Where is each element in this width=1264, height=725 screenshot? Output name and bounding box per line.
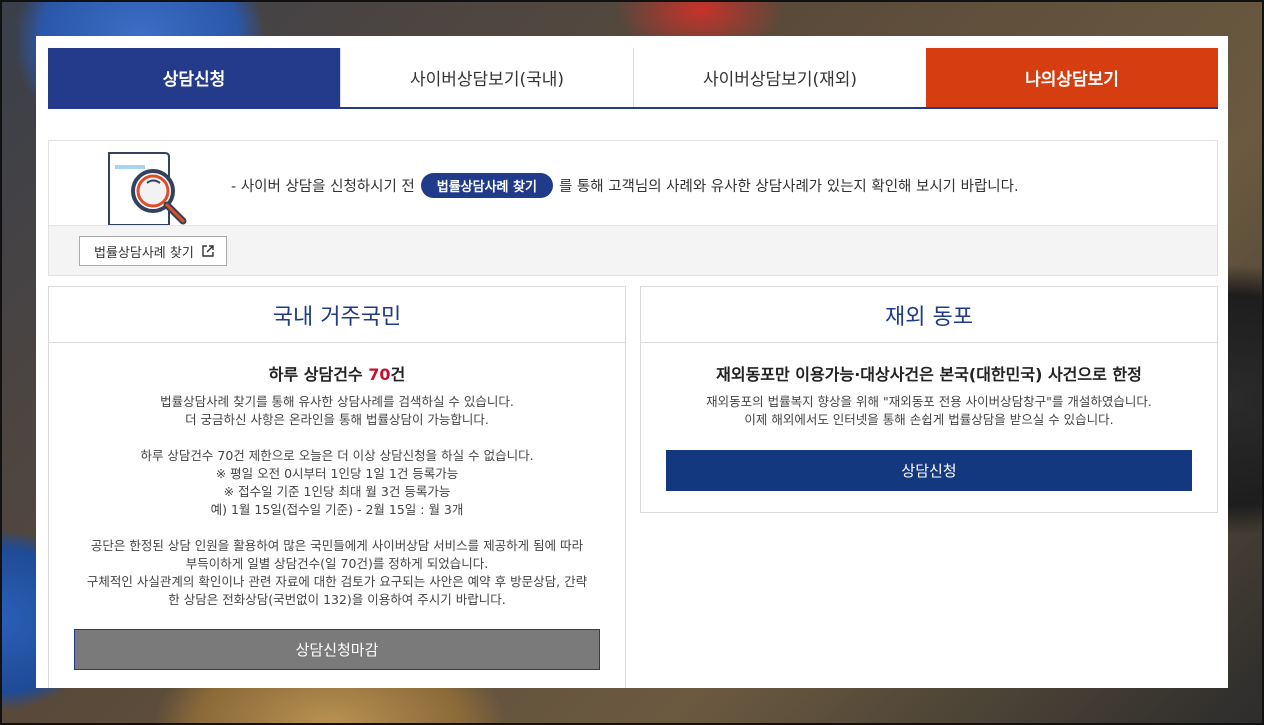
tab-cyber-domestic[interactable]: 사이버상담보기(국내): [340, 48, 633, 107]
daily-limit-prefix: 하루 상담건수: [268, 365, 369, 384]
overseas-subtitle: 재외동포만 이용가능·대상사건은 본국(대한민국) 사건으로 한정: [716, 365, 1142, 384]
daily-limit-number: 70: [368, 365, 391, 384]
overseas-line-1: 재외동포의 법률복지 향상을 위해 "재외동포 전용 사이버상담창구"를 개설하…: [706, 394, 1152, 409]
tab-cyber-overseas[interactable]: 사이버상담보기(재외): [633, 48, 926, 107]
domestic-line-2: 더 궁금하신 사항은 온라인을 통해 법률상담이 가능합니다.: [185, 412, 489, 427]
domestic-line-5: ※ 접수일 기준 1인당 최대 월 3건 등록가능: [223, 484, 451, 499]
external-link-icon: [202, 245, 214, 257]
overseas-card: 재외 동포 재외동포만 이용가능·대상사건은 본국(대한민국) 사건으로 한정 …: [640, 286, 1218, 513]
domestic-line-1: 법률상담사례 찾기를 통해 유사한 상담사례를 검색하실 수 있습니다.: [160, 394, 514, 409]
domestic-line-3: 하루 상담건수 70건 제한으로 오늘은 더 이상 상담신청을 하실 수 없습니…: [140, 448, 534, 463]
overseas-title: 재외 동포: [641, 287, 1217, 343]
notice-text-before: - 사이버 상담을 신청하시기 전: [231, 179, 415, 195]
tab-my-consultations[interactable]: 나의상담보기: [926, 48, 1218, 107]
domestic-card: 국내 거주국민 하루 상담건수 70건 법률상담사례 찾기를 통해 유사한 상담…: [48, 286, 626, 688]
notice-text-after: 를 통해 고객님의 사례와 유사한 상담사례가 있는지 확인해 보시기 바랍니다…: [558, 179, 1019, 195]
document-search-icon: [108, 152, 187, 225]
domestic-line-6: 예) 1월 15일(접수일 기준) - 2월 15일 : 월 3개: [210, 502, 464, 517]
application-closed-button[interactable]: 상담신청마감: [74, 629, 600, 670]
domestic-line-7: 공단은 한정된 상담 인원을 활용하여 많은 국민들에게 사이버상담 서비스를 …: [90, 538, 584, 553]
notice-action-bar: 법률상담사례 찾기: [49, 225, 1217, 275]
case-search-pill[interactable]: 법률상담사례 찾기: [420, 173, 553, 198]
overseas-apply-button[interactable]: 상담신청: [666, 450, 1192, 491]
domestic-line-9: 구체적인 사실관계의 확인이나 관련 자료에 대한 검토가 요구되는 사안은 예…: [86, 574, 588, 589]
daily-limit-suffix: 건: [390, 365, 406, 384]
tab-bar: 상담신청 사이버상담보기(국내) 사이버상담보기(재외) 나의상담보기: [48, 48, 1218, 109]
notice-box: - 사이버 상담을 신청하시기 전 법률상담사례 찾기 를 통해 고객님의 사례…: [48, 140, 1218, 276]
domestic-daily-limit: 하루 상담건수 70건: [49, 361, 625, 385]
tab-apply[interactable]: 상담신청: [48, 48, 340, 107]
consultation-panel: 상담신청 사이버상담보기(국내) 사이버상담보기(재외) 나의상담보기 - 사이…: [36, 36, 1228, 688]
domestic-line-4: ※ 평일 오전 0시부터 1인당 1일 1건 등록가능: [215, 466, 459, 481]
case-search-button-label: 법률상담사례 찾기: [94, 245, 194, 261]
case-search-button[interactable]: 법률상담사례 찾기: [79, 236, 227, 266]
domestic-line-8: 부득이하게 일별 상담건수(일 70건)를 정하게 되었습니다.: [185, 556, 489, 571]
domestic-title: 국내 거주국민: [49, 287, 625, 343]
domestic-line-10: 한 상담은 전화상담(국번없이 132)을 이용하여 주시기 바랍니다.: [168, 592, 506, 607]
overseas-line-2: 이제 해외에서도 인터넷을 통해 손쉽게 법률상담을 받으실 수 있습니다.: [744, 412, 1114, 427]
notice-text: - 사이버 상담을 신청하시기 전 법률상담사례 찾기 를 통해 고객님의 사례…: [231, 173, 1019, 198]
